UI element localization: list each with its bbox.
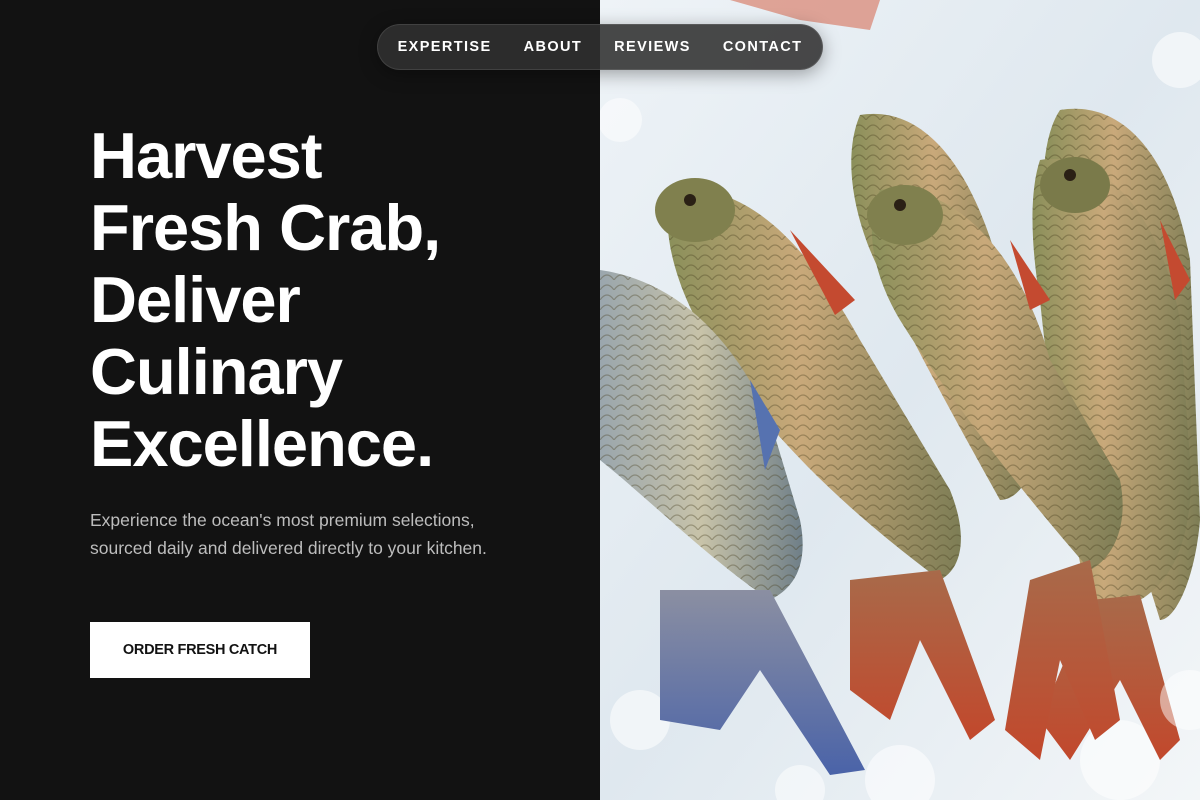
hero-title-line: Culinary — [90, 335, 343, 408]
hero-description: Experience the ocean's most premium sele… — [90, 510, 487, 558]
hero-title-line: Excellence. — [90, 407, 434, 480]
nav-link-reviews[interactable]: REVIEWS — [614, 39, 691, 55]
nav-link-expertise[interactable]: EXPERTISE — [398, 39, 492, 55]
nav-link-about[interactable]: ABOUT — [524, 39, 583, 55]
hero-left-panel: Harvest Fresh Crab, Deliver Culinary Exc… — [0, 0, 600, 800]
hero-title-line: Fresh Crab, — [90, 191, 441, 264]
hero-title-line: Harvest — [90, 119, 322, 192]
hero-title-line: Deliver — [90, 263, 301, 336]
main-nav: EXPERTISE ABOUT REVIEWS CONTACT — [377, 24, 823, 70]
hero-title: Harvest Fresh Crab, Deliver Culinary Exc… — [90, 120, 570, 480]
nav-link-contact[interactable]: CONTACT — [723, 39, 803, 55]
hero-image-panel — [600, 0, 1200, 800]
order-fresh-catch-button[interactable]: ORDER FRESH CATCH — [90, 622, 310, 678]
fresh-fish-on-ice-image — [600, 0, 1200, 800]
